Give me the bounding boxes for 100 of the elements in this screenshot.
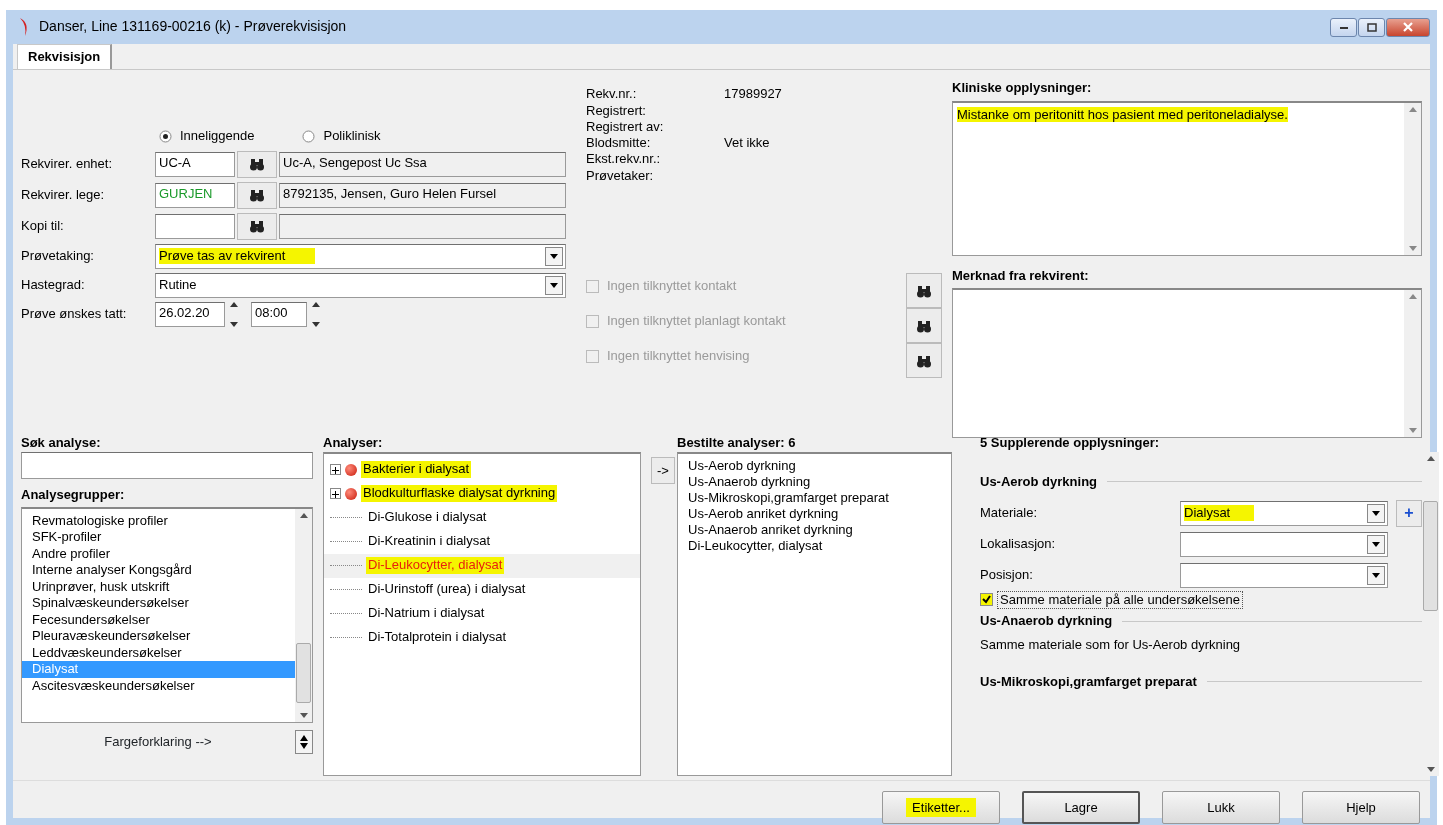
dropdown[interactable]: Rutine [155, 272, 566, 298]
dropdown[interactable]: Prøve tas av rekvirent [155, 243, 566, 269]
search-button[interactable] [237, 212, 277, 240]
info-value: Vet ikke [724, 135, 770, 152]
binoculars-icon [916, 318, 932, 333]
section-title: Analysegrupper: [21, 486, 125, 503]
info-label: Blodsmitte: [586, 135, 652, 152]
list-item[interactable]: Us-Anaerob anriket dyrkning [678, 521, 951, 538]
tree-item[interactable]: Di-Natrium i dialysat [368, 605, 485, 621]
list-item[interactable]: Leddvæskeundersøkelser [22, 644, 295, 662]
field-label: Prøvetaking: [21, 247, 95, 265]
binoculars-icon [249, 219, 265, 233]
spin-button[interactable] [309, 301, 323, 327]
code-field[interactable]: UC-A [155, 151, 235, 177]
search-field[interactable] [21, 451, 313, 479]
expand-icon[interactable] [330, 488, 341, 499]
info-label: Prøvetaker: [586, 167, 655, 184]
legend-button[interactable]: Fargeforklaring --> [21, 726, 295, 757]
info-label: Ekst.rekv.nr.: [586, 151, 662, 168]
section-title: Søk analyse: [21, 435, 101, 452]
list-item[interactable]: Us-Aerob dyrkning [678, 457, 951, 474]
radio-button[interactable] [159, 129, 172, 143]
list-item[interactable]: Interne analyser Kongsgård [22, 562, 295, 579]
list-item[interactable]: Us-Mikroskopi,gramfarget preparat [678, 489, 951, 506]
add-button[interactable]: -> [651, 457, 675, 485]
info-label: Registrert av: [586, 118, 665, 135]
dropdown-arrow-icon [549, 281, 559, 289]
code-field[interactable] [155, 213, 235, 239]
dropdown[interactable] [1180, 531, 1388, 557]
sort-button[interactable] [295, 729, 313, 754]
list-item[interactable]: Revmatologiske profiler [22, 512, 295, 530]
tab[interactable]: Rekvisisjon [17, 44, 113, 70]
button[interactable]: Lukk [1162, 791, 1280, 825]
window-title: Danser, Line 131169-00216 (k) - Prøverekvisisjon [39, 18, 347, 36]
binoculars-icon [249, 157, 265, 171]
date-field[interactable]: 26.02.20 [155, 301, 225, 327]
checkbox[interactable] [980, 593, 993, 607]
up-arrow-icon[interactable] [1426, 455, 1435, 461]
section-heading: Us-Mikroskopi,gramfarget preparat [980, 673, 1197, 690]
maximize-button[interactable] [1358, 17, 1385, 37]
minimize-button[interactable] [1330, 17, 1357, 37]
list-item[interactable]: Ascitesvæskeundersøkelser [22, 677, 295, 695]
up-arrow-icon[interactable] [312, 301, 320, 307]
clinical-text: Mistanke om peritonitt hos pasient med peritoneladialyse. [957, 106, 1288, 122]
button[interactable]: Lagre [1022, 791, 1140, 825]
expand-icon[interactable] [330, 464, 341, 475]
list-item[interactable]: Us-Anaerob dyrkning [678, 473, 951, 490]
tree-item[interactable]: Di-Totalprotein i dialysat [368, 629, 506, 645]
button[interactable]: Hjelp [1302, 791, 1420, 825]
list-item[interactable]: Pleuravæskeundersøkelser [22, 628, 295, 645]
list-item[interactable]: Di-Leukocytter, dialysat [678, 537, 951, 554]
section-heading: Us-Aerob dyrkning [980, 473, 1097, 490]
list-item[interactable]: Spinalvæskeundersøkelser [22, 595, 295, 612]
section-heading: Us-Anaerob dyrkning [980, 613, 1113, 630]
code-field[interactable]: GURJEN [155, 182, 235, 208]
radio-label: Inneliggende [180, 128, 255, 145]
add-button[interactable]: + [1396, 499, 1422, 527]
scrollbar[interactable] [295, 508, 312, 722]
button[interactable]: Etiketter... [882, 791, 1000, 825]
field-label: Kopi til: [21, 217, 65, 235]
search-button[interactable] [906, 343, 942, 379]
down-arrow-icon[interactable] [1426, 767, 1435, 773]
list-item[interactable]: SFK-profiler [22, 529, 295, 546]
tree-item[interactable]: Di-Glukose i dialysat [368, 509, 487, 525]
dropdown[interactable] [1180, 562, 1388, 588]
down-arrow-icon[interactable] [230, 321, 238, 327]
down-arrow-icon[interactable] [312, 321, 320, 327]
tree-item[interactable]: Bakterier i dialysat [363, 461, 470, 477]
search-button[interactable] [906, 273, 942, 309]
dropdown-arrow-icon [1371, 509, 1381, 518]
dropdown-arrow-icon [549, 252, 559, 260]
dropdown[interactable]: Dialysat [1180, 500, 1388, 526]
up-arrow-icon[interactable] [299, 512, 308, 518]
section-title: Merknad fra rekvirent: [952, 267, 1089, 284]
field-label: Posisjon: [980, 567, 1034, 584]
down-arrow-icon[interactable] [299, 712, 308, 718]
scrollbar[interactable] [1422, 451, 1439, 777]
tree-item[interactable]: Di-Kreatinin i dialysat [368, 533, 491, 549]
search-button[interactable] [237, 150, 277, 178]
list-item[interactable]: Us-Aerob anriket dyrkning [678, 505, 951, 522]
close-icon [1403, 22, 1413, 32]
field-label: Hastegrad: [21, 276, 86, 294]
search-button[interactable] [906, 308, 942, 344]
checkbox-label: Ingen tilknyttet kontakt [607, 278, 737, 295]
tree-item[interactable]: Blodkulturflaske dialysat dyrkning [363, 485, 556, 501]
binoculars-icon [916, 283, 932, 298]
time-field[interactable]: 08:00 [251, 301, 307, 327]
list-item[interactable]: Urinprøver, husk utskrift [22, 578, 295, 596]
note-text: Samme materiale som for Us-Aerob dyrkning [980, 637, 1242, 654]
close-button[interactable] [1386, 17, 1430, 37]
checkbox-label: Ingen tilknyttet henvising [607, 348, 750, 365]
spin-button[interactable] [227, 301, 241, 327]
tree-item[interactable]: Di-Urinstoff (urea) i dialysat [368, 581, 526, 597]
list-item[interactable]: Andre profiler [22, 545, 295, 563]
section-title: Bestilte analyser: 6 [677, 435, 796, 452]
radio-button[interactable] [302, 129, 316, 143]
list-item[interactable]: Fecesundersøkelser [22, 611, 295, 629]
up-arrow-icon[interactable] [230, 301, 238, 307]
status-dot-icon [345, 487, 357, 500]
search-button[interactable] [237, 181, 277, 209]
